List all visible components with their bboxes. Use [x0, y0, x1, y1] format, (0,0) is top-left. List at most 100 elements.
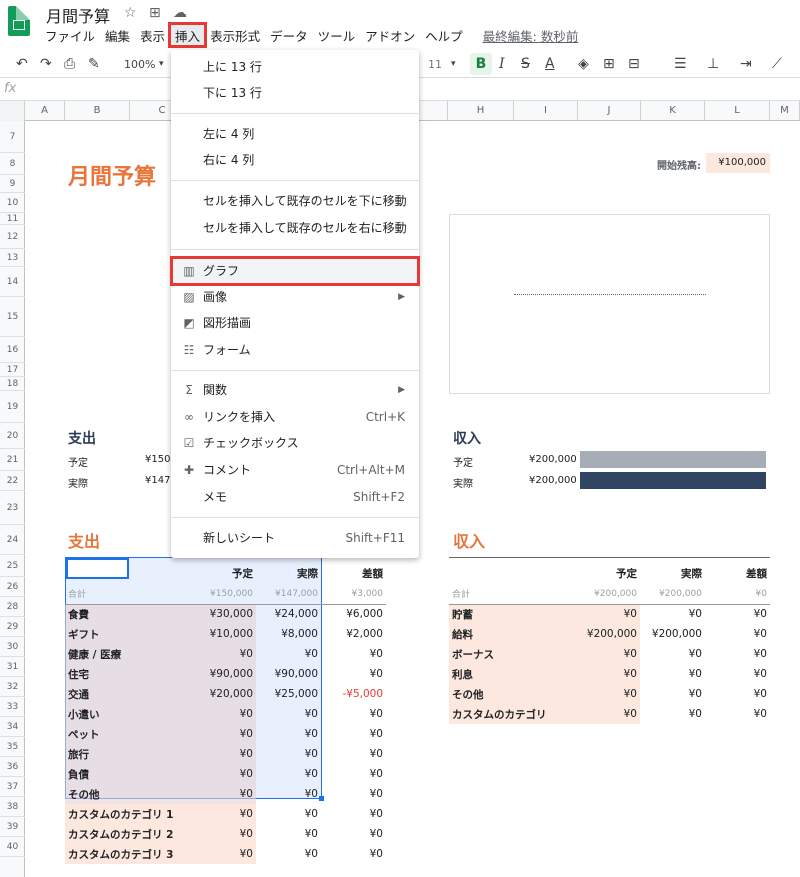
cloud-status-icon[interactable]: ☁: [173, 5, 187, 21]
diff-cell[interactable]: ¥0: [321, 804, 386, 824]
category-cell[interactable]: その他: [65, 784, 193, 804]
planned-cell[interactable]: ¥0: [577, 684, 640, 704]
menu-edit[interactable]: 編集: [100, 24, 135, 46]
row-number[interactable]: 28: [0, 597, 25, 617]
row-number[interactable]: 34: [0, 717, 25, 737]
col-header[interactable]: K: [641, 101, 705, 121]
actual-cell[interactable]: ¥0: [256, 824, 321, 844]
row-number[interactable]: 39: [0, 817, 25, 837]
insert-image[interactable]: ▨ 画像 ▶: [171, 285, 419, 309]
row-number[interactable]: 13: [0, 249, 25, 267]
row-number[interactable]: 9: [0, 175, 25, 193]
diff-cell[interactable]: ¥6,000: [321, 604, 386, 624]
row-number[interactable]: 11: [0, 213, 25, 225]
diff-cell[interactable]: ¥0: [705, 604, 770, 624]
category-cell[interactable]: 住宅: [65, 664, 193, 684]
start-balance-value[interactable]: ¥100,000: [706, 153, 770, 173]
insert-form[interactable]: ☷ フォーム: [171, 338, 419, 362]
planned-cell[interactable]: ¥30,000: [193, 604, 256, 624]
row-number[interactable]: 38: [0, 797, 25, 817]
diff-cell[interactable]: ¥0: [321, 724, 386, 744]
row-number[interactable]: 19: [0, 391, 25, 423]
diff-cell[interactable]: ¥0: [705, 624, 770, 644]
strikethrough-icon[interactable]: S: [521, 56, 530, 72]
insert-link[interactable]: ∞ リンクを挿入 Ctrl+K: [171, 405, 419, 429]
actual-cell[interactable]: ¥0: [256, 784, 321, 804]
menu-help[interactable]: ヘルプ: [420, 24, 468, 46]
row-number[interactable]: 30: [0, 637, 25, 657]
actual-cell[interactable]: ¥200,000: [640, 624, 705, 644]
row-number[interactable]: 29: [0, 617, 25, 637]
col-header[interactable]: A: [25, 101, 65, 121]
category-cell[interactable]: カスタムのカテゴリ 3: [65, 844, 193, 864]
actual-cell[interactable]: ¥0: [640, 644, 705, 664]
actual-cell[interactable]: ¥0: [640, 664, 705, 684]
diff-cell[interactable]: ¥0: [705, 644, 770, 664]
insert-new-sheet[interactable]: 新しいシート Shift+F11: [171, 526, 419, 550]
row-number[interactable]: 23: [0, 491, 25, 525]
diff-cell[interactable]: ¥0: [321, 824, 386, 844]
row-number[interactable]: 21: [0, 449, 25, 471]
col-header[interactable]: I: [514, 101, 578, 121]
col-header[interactable]: J: [578, 101, 641, 121]
actual-cell[interactable]: ¥24,000: [256, 604, 321, 624]
category-cell[interactable]: 交通: [65, 684, 193, 704]
actual-cell[interactable]: ¥0: [256, 764, 321, 784]
planned-cell[interactable]: ¥0: [193, 764, 256, 784]
actual-cell[interactable]: ¥0: [256, 644, 321, 664]
actual-cell[interactable]: ¥8,000: [256, 624, 321, 644]
category-cell[interactable]: 小遣い: [65, 704, 193, 724]
vertical-align-icon[interactable]: ⊥: [707, 56, 719, 72]
actual-cell[interactable]: ¥90,000: [256, 664, 321, 684]
zoom-select[interactable]: 100%: [124, 58, 155, 71]
actual-cell[interactable]: ¥0: [640, 704, 705, 724]
diff-cell[interactable]: ¥0: [321, 784, 386, 804]
planned-cell[interactable]: ¥0: [193, 724, 256, 744]
undo-icon[interactable]: ↶: [16, 56, 28, 72]
chevron-down-icon[interactable]: ▾: [159, 59, 164, 69]
menu-tools[interactable]: ツール: [313, 24, 361, 46]
category-cell[interactable]: カスタムのカテゴリ: [449, 704, 577, 724]
planned-cell[interactable]: ¥0: [577, 704, 640, 724]
row-number[interactable]: 8: [0, 153, 25, 175]
planned-cell[interactable]: ¥90,000: [193, 664, 256, 684]
fill-color-icon[interactable]: ◈: [578, 56, 589, 72]
category-cell[interactable]: 貯蓄: [449, 604, 577, 624]
actual-cell[interactable]: ¥0: [640, 684, 705, 704]
diff-cell[interactable]: ¥0: [705, 684, 770, 704]
category-cell[interactable]: ギフト: [65, 624, 193, 644]
sheets-logo-icon[interactable]: [8, 6, 30, 36]
diff-cell[interactable]: ¥0: [321, 744, 386, 764]
paint-format-icon[interactable]: ✎: [88, 56, 100, 72]
diff-cell[interactable]: ¥0: [705, 664, 770, 684]
menu-insert[interactable]: 挿入: [168, 22, 208, 48]
category-cell[interactable]: 健康 / 医療: [65, 644, 193, 664]
font-size-select[interactable]: 11: [428, 58, 442, 71]
col-header[interactable]: L: [705, 101, 770, 121]
insert-checkbox[interactable]: ☑ チェックボックス: [171, 431, 419, 455]
actual-cell[interactable]: ¥0: [640, 604, 705, 624]
actual-cell[interactable]: ¥0: [256, 704, 321, 724]
category-cell[interactable]: 利息: [449, 664, 577, 684]
star-icon[interactable]: ☆: [124, 5, 137, 21]
diff-cell[interactable]: -¥5,000: [321, 684, 386, 704]
row-number[interactable]: 14: [0, 267, 25, 297]
menu-format[interactable]: 表示形式: [205, 24, 265, 46]
planned-cell[interactable]: ¥0: [193, 744, 256, 764]
col-header[interactable]: M: [770, 101, 800, 121]
text-rotate-icon[interactable]: ⟋: [772, 56, 782, 72]
category-cell[interactable]: カスタムのカテゴリ 1: [65, 804, 193, 824]
diff-cell[interactable]: ¥0: [705, 704, 770, 724]
planned-cell[interactable]: ¥0: [193, 824, 256, 844]
horizontal-align-icon[interactable]: ☰: [674, 56, 687, 72]
row-number[interactable]: 33: [0, 697, 25, 717]
category-cell[interactable]: その他: [449, 684, 577, 704]
planned-cell[interactable]: ¥10,000: [193, 624, 256, 644]
bold-icon[interactable]: B: [470, 53, 492, 75]
row-number[interactable]: 16: [0, 337, 25, 363]
row-number[interactable]: 7: [0, 121, 25, 153]
row-number[interactable]: 22: [0, 471, 25, 491]
diff-cell[interactable]: ¥0: [321, 644, 386, 664]
move-folder-icon[interactable]: ⊞: [149, 5, 161, 21]
diff-cell[interactable]: ¥0: [321, 664, 386, 684]
